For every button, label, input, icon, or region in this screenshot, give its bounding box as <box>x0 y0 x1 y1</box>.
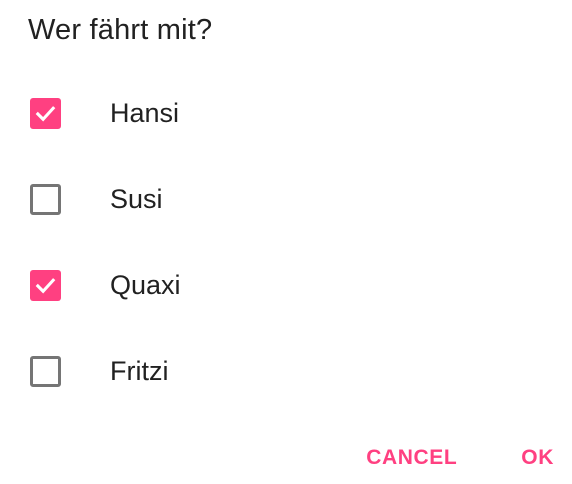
ok-button[interactable]: OK <box>521 446 554 470</box>
option-label-quaxi: Quaxi <box>110 269 181 300</box>
dialog-title: Wer fährt mit? <box>28 14 213 46</box>
checkbox-susi[interactable] <box>30 183 61 215</box>
checkbox-hansi[interactable] <box>30 97 61 129</box>
option-label-susi: Susi <box>110 183 163 214</box>
option-susi[interactable]: Susi <box>0 156 572 242</box>
option-list: Hansi Susi Quaxi Fritzi <box>0 70 572 414</box>
multi-choice-dialog: Wer fährt mit? Hansi Susi Quaxi Fritzi C… <box>0 0 572 484</box>
cancel-button[interactable]: CANCEL <box>366 446 457 470</box>
dialog-actions: CANCEL OK <box>366 446 554 470</box>
option-label-fritzi: Fritzi <box>110 355 169 386</box>
checkmark-icon <box>35 105 56 121</box>
option-quaxi[interactable]: Quaxi <box>0 242 572 328</box>
checkmark-icon <box>35 277 56 293</box>
option-hansi[interactable]: Hansi <box>0 70 572 156</box>
option-label-hansi: Hansi <box>110 97 180 128</box>
checkbox-fritzi[interactable] <box>30 355 61 387</box>
checkbox-quaxi[interactable] <box>30 269 61 301</box>
option-fritzi[interactable]: Fritzi <box>0 328 572 414</box>
